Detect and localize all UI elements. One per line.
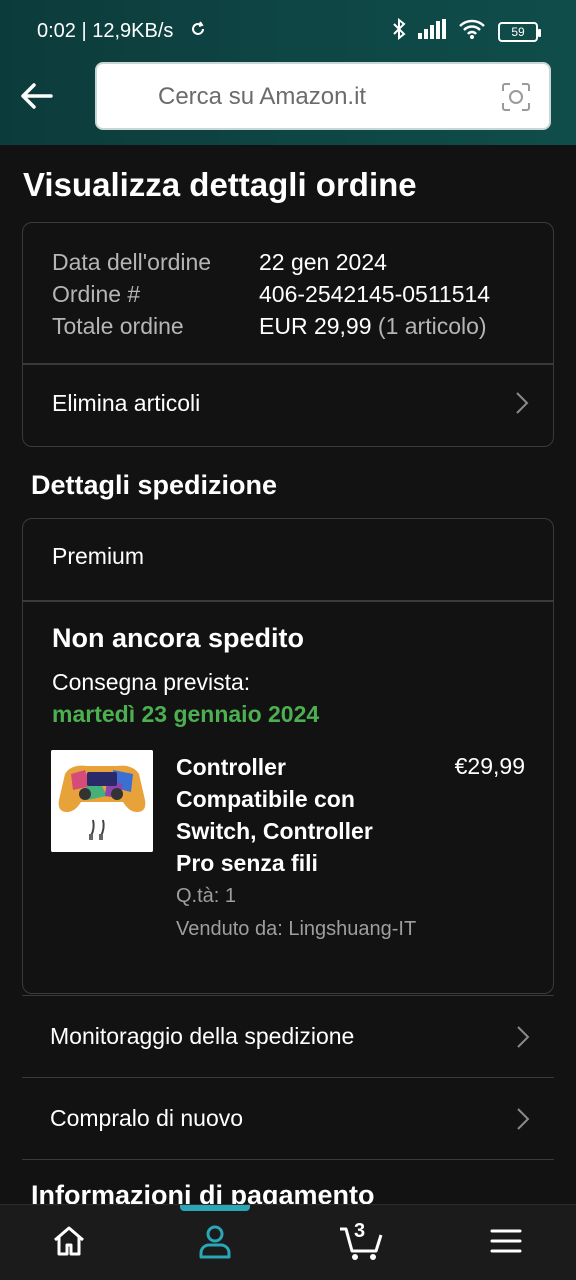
product-seller: Venduto da: Lingshuang-IT	[176, 918, 417, 940]
arrow-left-icon	[21, 83, 53, 109]
order-date-value: 22 gen 2024	[259, 249, 387, 275]
page-title: Visualizza dettagli ordine	[23, 166, 417, 203]
menu-icon	[490, 1229, 522, 1253]
product-price: €29,99	[454, 753, 525, 779]
shipment-status: Non ancora spedito	[52, 623, 305, 653]
track-shipment-link[interactable]: Monitoraggio della spedizione	[22, 995, 554, 1077]
track-shipment-label: Monitoraggio della spedizione	[50, 1023, 355, 1049]
search-placeholder: Cerca su Amazon.it	[158, 83, 367, 110]
buy-again-label: Compralo di nuovo	[50, 1105, 244, 1131]
battery-icon: 59	[498, 21, 541, 42]
chevron-right-icon	[516, 392, 529, 414]
chevron-right-icon	[517, 1025, 530, 1048]
battery-level: 59	[511, 24, 525, 39]
shipping-service: Premium	[52, 543, 145, 569]
product-title-link[interactable]: Controller Compatibile con Switch, Contr…	[176, 751, 416, 879]
nav-home[interactable]	[47, 1219, 91, 1263]
top-header: 0:02 | 12,9KB/s 59 Cerca su Amazon.it	[0, 0, 576, 145]
order-number-value: 406-2542145-0511514	[259, 281, 491, 307]
order-date-label: Data dell'ordine	[52, 249, 212, 275]
back-button[interactable]	[16, 76, 56, 116]
sync-icon	[188, 19, 208, 44]
home-icon	[54, 1226, 84, 1256]
order-total-label: Totale ordine	[52, 313, 184, 339]
shipment-card: Premium Non ancora spedito Consegna prev…	[22, 518, 554, 994]
product-image[interactable]	[51, 750, 153, 852]
order-summary-card: Data dell'ordine 22 gen 2024 Ordine # 40…	[22, 222, 554, 447]
nav-account[interactable]	[193, 1219, 237, 1263]
signal-icon	[418, 19, 446, 44]
nav-menu[interactable]	[484, 1219, 528, 1263]
delete-items-label: Elimina articoli	[52, 389, 201, 416]
wifi-icon	[458, 19, 486, 44]
delete-items-link[interactable]: Elimina articoli	[23, 363, 553, 443]
gamepad-image	[51, 750, 153, 852]
order-number-label: Ordine #	[52, 281, 141, 307]
bluetooth-icon	[392, 17, 406, 45]
camera-search-icon[interactable]	[501, 82, 531, 112]
order-item-count: (1 articolo)	[377, 313, 487, 339]
search-input[interactable]: Cerca su Amazon.it	[95, 62, 551, 130]
order-total-amount: EUR 29,99	[259, 313, 372, 339]
user-icon	[199, 1225, 231, 1259]
product-quantity: Q.tà: 1	[176, 885, 237, 907]
delivery-eta-date: martedì 23 gennaio 2024	[52, 701, 320, 727]
status-time: 0:02 | 12,9KB/s	[37, 20, 174, 42]
status-bar: 0:02 | 12,9KB/s 59	[0, 0, 576, 62]
bottom-navigation	[0, 1204, 576, 1280]
cart-count-badge: 3	[354, 1220, 366, 1242]
buy-again-link[interactable]: Compralo di nuovo	[22, 1077, 554, 1159]
chevron-right-icon	[517, 1107, 530, 1130]
order-total-value: EUR 29,99 (1 articolo)	[259, 313, 487, 340]
shipping-section-title: Dettagli spedizione	[31, 470, 278, 500]
delivery-eta-label: Consegna prevista:	[52, 669, 251, 695]
divider	[23, 600, 553, 602]
active-tab-indicator	[180, 1205, 250, 1211]
